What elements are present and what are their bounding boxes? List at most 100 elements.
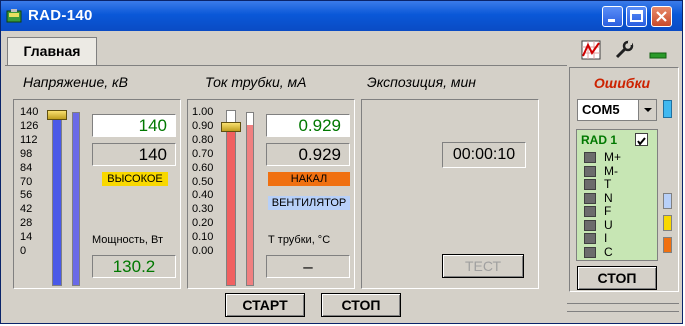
toolbar: [576, 37, 676, 65]
current-tick-label: 0.00: [192, 245, 214, 258]
current-header: Ток трубки, мА: [205, 74, 307, 90]
start-button[interactable]: СТАРТ: [225, 293, 305, 317]
device-status-box: RAD 1 M+ M- T N F U I C: [576, 129, 658, 261]
current-tick-label: 0.40: [192, 189, 214, 202]
current-bar-track: [246, 112, 254, 286]
minimize-icon: [608, 19, 615, 22]
side-indicator-orange: [663, 237, 672, 253]
tab-strip: Главная: [5, 35, 565, 66]
window-title: RAD-140: [28, 7, 93, 24]
error-led: [584, 219, 596, 231]
current-actual-value: 0.929: [266, 143, 350, 166]
chart-icon[interactable]: [580, 39, 602, 61]
current-slider-fill: [227, 123, 235, 285]
current-tick-label: 0.20: [192, 217, 214, 230]
tube-temp-value: –: [266, 255, 350, 278]
voltage-tick-label: 84: [20, 161, 33, 174]
current-tick-label: 0.90: [192, 119, 214, 132]
side-indicator-yellow: [663, 215, 672, 231]
error-led: [584, 246, 596, 258]
app-icon: [6, 9, 22, 23]
stop-button[interactable]: СТОП: [321, 293, 401, 317]
current-tick-label: 0.70: [192, 147, 214, 160]
chevron-down-icon[interactable]: [638, 100, 656, 120]
error-led: [584, 206, 596, 217]
exposure-time[interactable]: 00:00:10: [442, 142, 526, 168]
error-flag-label: I: [604, 231, 608, 245]
current-slider-thumb[interactable]: [221, 122, 241, 132]
current-set-value[interactable]: 0.929: [266, 114, 350, 137]
maximize-button[interactable]: [626, 6, 647, 27]
current-bar-fill: [247, 125, 253, 285]
port-select[interactable]: COM5: [577, 99, 657, 121]
test-button[interactable]: ТЕСТ: [442, 254, 524, 278]
voltage-slider-fill: [53, 111, 61, 285]
exposure-panel: 00:00:10 ТЕСТ: [361, 99, 539, 289]
device-checkbox[interactable]: [635, 133, 648, 146]
error-led: [584, 233, 596, 244]
voltage-tick-label: 14: [20, 231, 33, 244]
voltage-tick-label: 42: [20, 203, 33, 216]
current-slider-track[interactable]: [226, 110, 236, 286]
voltage-set-value[interactable]: 140: [92, 114, 176, 137]
footer-divider: [567, 311, 679, 312]
voltage-tick-label: 70: [20, 175, 33, 188]
error-flag-label: M-: [604, 163, 618, 178]
errors-stop-button[interactable]: СТОП: [577, 266, 657, 290]
fan-badge: ВЕНТИЛЯТОР: [268, 196, 350, 210]
error-led: [584, 192, 596, 204]
voltage-tick-label: 98: [20, 147, 33, 160]
voltage-bar-fill: [73, 113, 79, 285]
maximize-icon: [630, 10, 643, 22]
error-flag-label: F: [604, 204, 612, 218]
tab-divider: [5, 65, 567, 66]
voltage-tick-label: 0: [20, 245, 27, 258]
voltage-tick-label: 126: [20, 119, 39, 132]
error-led: [584, 165, 596, 177]
current-tick-label: 0.30: [192, 203, 214, 216]
current-panel: 1.00 0.90 0.80 0.70 0.60 0.50 0.40 0.30 0.20 0.10…: [187, 99, 355, 289]
current-scale: 1.00 0.90 0.80 0.70 0.60 0.50 0.40 0.30 0.20 0.10…: [192, 106, 213, 259]
voltage-tick-label: 56: [20, 189, 33, 202]
voltage-panel: 140 126 112 98 84 70 56 42 28 14 0 140 140 ВЫСОКОЕ…: [13, 99, 181, 289]
error-led: [584, 179, 596, 190]
voltage-header: Напряжение, кВ: [23, 74, 128, 90]
error-flag-label: N: [604, 190, 613, 205]
tube-temp-label: Т трубки, °С: [268, 234, 331, 246]
app-window: RAD-140 Главная Напряжение, кВ Ток трубк…: [0, 0, 683, 324]
close-button[interactable]: [651, 6, 672, 27]
voltage-actual-value: 140: [92, 143, 176, 166]
title-bar[interactable]: RAD-140: [1, 1, 682, 31]
error-flag-label: C: [604, 244, 613, 259]
battery-icon: [649, 52, 667, 59]
tab-main[interactable]: Главная: [7, 37, 97, 66]
voltage-slider-track[interactable]: [52, 110, 62, 286]
device-name: RAD 1: [581, 133, 618, 147]
current-tick-label: 0.80: [192, 133, 214, 146]
current-tick-label: 0.50: [192, 175, 214, 188]
error-flag-label: M+: [604, 150, 622, 164]
voltage-tick-label: 112: [20, 133, 38, 146]
exposure-header: Экспозиция, мин: [367, 74, 476, 90]
footer-divider: [567, 303, 679, 304]
error-led: [584, 152, 596, 163]
power-label: Мощность, Вт: [92, 234, 164, 246]
close-icon: [656, 11, 667, 22]
current-tick-label: 0.60: [192, 161, 214, 174]
error-flag-label: U: [604, 217, 613, 232]
filament-badge: НАКАЛ: [268, 172, 350, 186]
wrench-icon[interactable]: [613, 39, 635, 61]
voltage-scale: 140 126 112 98 84 70 56 42 28 14 0: [20, 106, 38, 259]
port-status-indicator: [663, 100, 672, 118]
minimize-button[interactable]: [602, 6, 623, 27]
current-tick-label: 1.00: [192, 106, 214, 118]
voltage-tick-label: 140: [20, 106, 39, 118]
voltage-mode-badge: ВЫСОКОЕ: [102, 172, 168, 186]
checkmark-icon: [637, 137, 646, 146]
voltage-slider-thumb[interactable]: [47, 110, 67, 120]
port-value: COM5: [582, 102, 620, 117]
voltage-tick-label: 28: [20, 217, 33, 230]
errors-header: Ошибки: [593, 75, 651, 91]
voltage-bar-track: [72, 112, 80, 286]
footer-bar: СТАРТ СТОП: [1, 293, 682, 323]
